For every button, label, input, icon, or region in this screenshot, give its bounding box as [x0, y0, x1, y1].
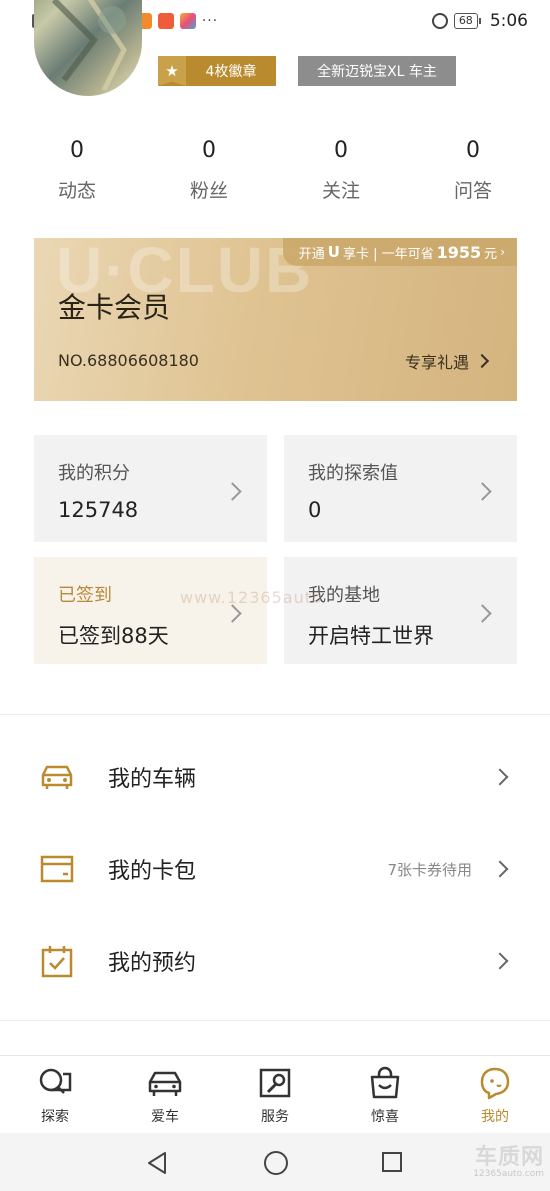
tab-mine[interactable]: 我的 [440, 1056, 550, 1133]
stat-label: 粉丝 [189, 180, 228, 202]
member-number: NO.68806608180 [58, 351, 199, 370]
member-level-title: 金卡会员 [58, 291, 171, 324]
tab-surprise[interactable]: 惊喜 [330, 1056, 440, 1133]
car-icon [41, 765, 73, 789]
home-icon[interactable] [262, 1149, 290, 1177]
chevron-right-icon [223, 482, 242, 502]
my-base-tile[interactable]: 我的基地 开启特工世界 [284, 557, 517, 664]
divider [0, 1020, 550, 1021]
chevron-right-icon [474, 353, 490, 369]
avatar[interactable] [34, 0, 142, 96]
bottom-tab-bar: 探索 爱车 服务 惊喜 我的 [0, 1055, 550, 1133]
tab-label: 服务 [261, 1109, 289, 1125]
promo-mid: 享卡 | 一年可省 [342, 246, 434, 262]
promo-prefix: 开通 [298, 246, 325, 262]
chevron-right-icon [473, 604, 492, 624]
explore-value-tile[interactable]: 我的探索值 0 [284, 435, 517, 542]
shopping-bag-icon [370, 1066, 400, 1099]
stat-label: 动态 [57, 180, 96, 202]
more-notifications-icon: ··· [201, 13, 219, 29]
stat-value: 0 [466, 138, 480, 163]
explore-icon [39, 1068, 72, 1094]
avatar-image [51, 0, 127, 92]
chevron-right-icon [491, 768, 509, 787]
gold-member-card[interactable]: U·CLUB 开通 U 享卡 | 一年可省 1955 元 › 金卡会员 NO.6… [34, 238, 517, 401]
service-wrench-icon [259, 1068, 291, 1098]
menu-item-card-wallet[interactable]: 我的卡包 7张卡券待用 [0, 823, 550, 915]
tab-explore[interactable]: 探索 [0, 1056, 110, 1133]
stat-label: 问答 [453, 180, 492, 202]
tile-label: 我的积分 [58, 463, 130, 484]
checkin-tile[interactable]: 已签到 已签到88天 [34, 557, 267, 664]
badge-count-pill[interactable]: ★ 4枚徽章 [158, 56, 276, 86]
shopping-app-icon [157, 13, 174, 29]
tile-value: 开启特工世界 [308, 624, 434, 648]
stat-following[interactable]: 0 关注 [275, 134, 407, 203]
stat-posts[interactable]: 0 动态 [11, 134, 143, 203]
menu-label: 我的车辆 [108, 767, 197, 792]
star-icon: ★ [158, 56, 186, 86]
calendar-check-icon [41, 946, 73, 978]
car-owner-tag[interactable]: 全新迈锐宝XL 车主 [298, 56, 456, 86]
photo-app-icon [179, 13, 196, 29]
card-wallet-icon [40, 855, 74, 883]
alarm-icon [431, 13, 448, 29]
ucard-promo-banner[interactable]: 开通 U 享卡 | 一年可省 1955 元 › [282, 238, 517, 266]
tile-label: 我的探索值 [308, 463, 398, 484]
profile-stats: 0 动态 0 粉丝 0 关注 0 问答 [11, 134, 539, 203]
chevron-right-icon [491, 860, 509, 879]
menu-item-my-appointments[interactable]: 我的预约 [0, 915, 550, 1007]
stat-value: 0 [334, 138, 348, 163]
divider [0, 714, 550, 715]
perk-label: 专享礼遇 [404, 353, 469, 372]
tab-label: 爱车 [151, 1109, 179, 1125]
chevron-right-icon [491, 952, 509, 971]
site-url-text: 12365auto.com [473, 1169, 544, 1179]
tab-label: 探索 [41, 1109, 69, 1125]
menu-item-my-vehicles[interactable]: 我的车辆 [0, 731, 550, 823]
car-icon [148, 1071, 182, 1096]
tile-value: 已签到88天 [58, 624, 169, 648]
stat-qa[interactable]: 0 问答 [407, 134, 539, 203]
recent-apps-icon[interactable] [380, 1150, 404, 1174]
system-navigation-bar: 车质网 12365auto.com [0, 1133, 550, 1191]
battery-indicator: 68 [453, 13, 481, 29]
clock: 5:06 [489, 11, 528, 31]
promo-u: U [327, 243, 340, 261]
tile-label: 我的基地 [308, 585, 380, 606]
chevron-right-icon [473, 482, 492, 502]
status-bar-right: 68 5:06 [431, 11, 528, 31]
exclusive-perks-link[interactable]: 专享礼遇 [404, 349, 490, 373]
back-icon[interactable] [145, 1150, 169, 1176]
tab-my-car[interactable]: 爱车 [110, 1056, 220, 1133]
badge-count-label: 4枚徽章 [205, 64, 257, 80]
promo-suffix: 元 [484, 246, 498, 262]
tab-label: 我的 [481, 1109, 509, 1125]
stat-fans[interactable]: 0 粉丝 [143, 134, 275, 203]
chevron-right-icon: › [500, 245, 505, 259]
stat-value: 0 [202, 138, 216, 163]
chevron-right-icon [223, 604, 242, 624]
site-logo-watermark: 车质网 12365auto.com [473, 1145, 544, 1180]
menu-label: 我的预约 [108, 951, 197, 976]
site-watermark-text: www.12365auto [180, 588, 323, 607]
menu-label: 我的卡包 [108, 859, 197, 884]
stat-label: 关注 [321, 180, 360, 202]
promo-amount: 1955 [436, 242, 482, 262]
site-logo-text: 车质网 [474, 1145, 544, 1170]
points-tile[interactable]: 我的积分 125748 [34, 435, 267, 542]
stat-value: 0 [70, 138, 84, 163]
tab-label: 惊喜 [371, 1109, 399, 1125]
tab-service[interactable]: 服务 [220, 1056, 330, 1133]
profile-icon [480, 1067, 510, 1100]
coupon-count-hint: 7张卡券待用 [387, 860, 472, 879]
